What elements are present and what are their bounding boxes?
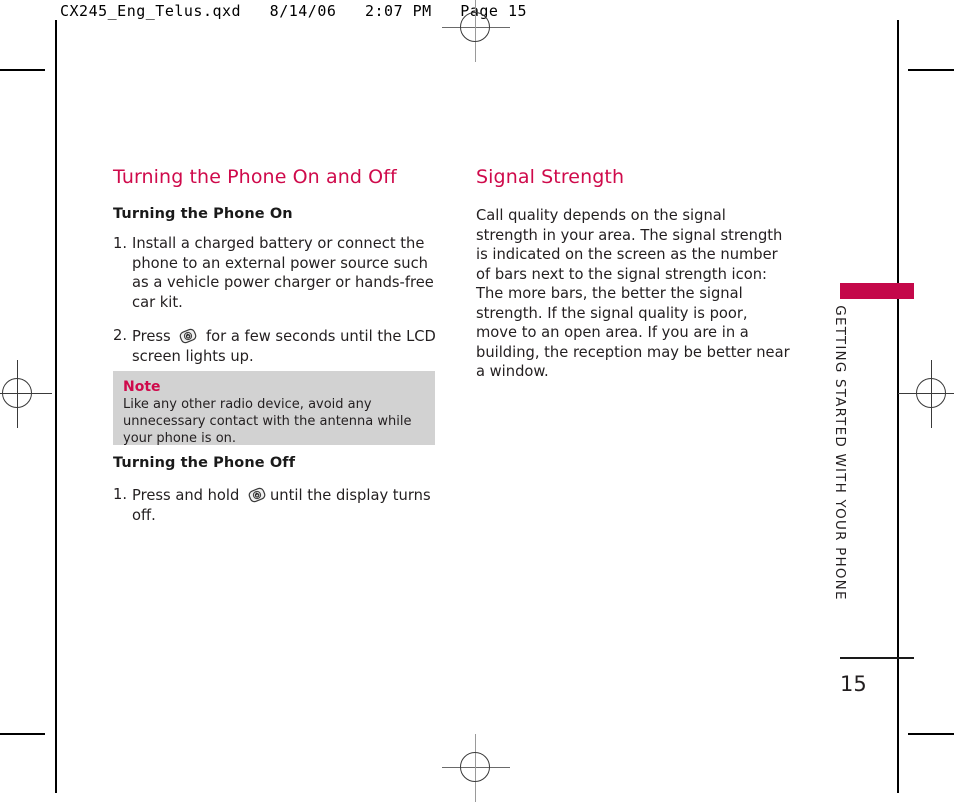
step-text-before: Press and hold: [132, 487, 240, 504]
list-item: 1. Install a charged battery or connect …: [113, 234, 438, 312]
steps-turn-on-list: 1. Install a charged battery or connect …: [113, 234, 438, 366]
signal-strength-body-text: Call quality depends on the signal stren…: [476, 207, 790, 381]
crop-mark-bottom-right-horizontal: [908, 733, 954, 735]
step-text: Install a charged battery or connect the…: [132, 235, 434, 311]
steps-turn-off-list: 1. Press and hold until the display turn…: [113, 485, 453, 525]
left-column: Turning the Phone On and Off Turning the…: [113, 166, 438, 366]
crop-mark-top-right-horizontal: [908, 69, 954, 71]
step-number: 1.: [113, 486, 128, 503]
list-item: 2. Press for a few seconds until the LCD…: [113, 326, 438, 366]
registration-mark-top: [442, 0, 510, 62]
chapter-tab-bar: [840, 283, 914, 299]
note-text: Like any other radio device, avoid any u…: [123, 397, 412, 446]
running-head-label: GETTING STARTED WITH YOUR PHONE: [832, 304, 848, 601]
registration-mark-right: [898, 360, 954, 428]
folio-rule: [840, 657, 914, 659]
subtitle-turning-phone-on: Turning the Phone On: [113, 206, 293, 222]
note-label: Note: [123, 379, 161, 395]
registration-mark-left: [0, 360, 52, 428]
crop-mark-top-left-horizontal: [0, 69, 45, 71]
step-number: 2.: [113, 327, 128, 345]
page-number: 15: [840, 672, 867, 696]
right-column: Signal Strength Call quality depends on …: [476, 166, 791, 382]
registration-mark-bottom: [442, 734, 510, 802]
subtitle-turning-phone-off: Turning the Phone Off: [113, 455, 296, 471]
crop-mark-bottom-left-horizontal: [0, 733, 45, 735]
running-head: GETTING STARTED WITH YOUR PHONE: [827, 305, 853, 600]
step-number: 1.: [113, 235, 128, 252]
turning-phone-off-section: Turning the Phone Off 1. Press and hold …: [113, 455, 453, 525]
page-title-turning-phone: Turning the Phone On and Off: [113, 166, 397, 188]
note-callout-box: Note Like any other radio device, avoid …: [113, 371, 435, 446]
trim-line-left: [55, 20, 57, 793]
list-item: 1. Press and hold until the display turn…: [113, 485, 453, 525]
step-text-before: Press: [132, 328, 171, 346]
page-title-signal-strength: Signal Strength: [476, 166, 625, 188]
power-key-icon: [246, 485, 268, 505]
power-key-icon: [177, 326, 199, 346]
